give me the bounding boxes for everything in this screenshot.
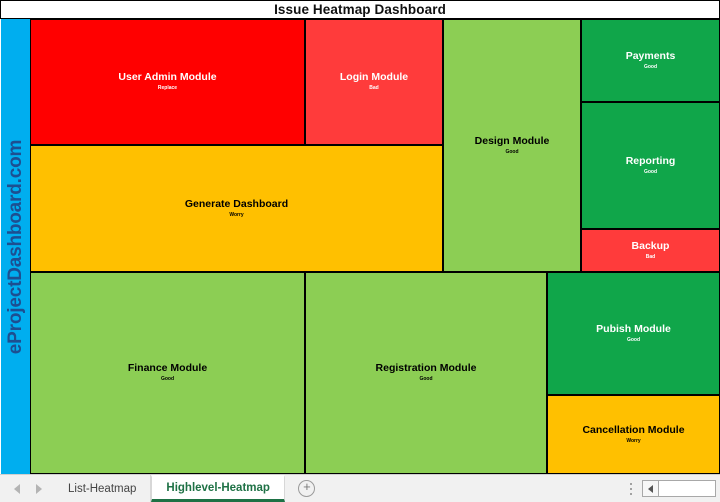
dot xyxy=(630,492,632,495)
excel-heatmap-window: Issue Heatmap Dashboard eProjectDashboar… xyxy=(0,0,720,502)
tile-title: Registration Module xyxy=(375,362,477,375)
heatmap-tile[interactable]: Payments Good xyxy=(581,19,720,102)
tile-title: Reporting xyxy=(625,154,676,167)
dot xyxy=(630,482,632,485)
tile-title: User Admin Module xyxy=(118,71,217,84)
tile-status: Worry xyxy=(229,211,244,218)
tile-title: Pubish Module xyxy=(596,322,671,335)
tile-title: Backup xyxy=(631,239,670,252)
triangle-right-icon[interactable] xyxy=(36,483,42,494)
tile-title: Finance Module xyxy=(127,362,208,375)
triangle-left-icon[interactable] xyxy=(14,483,20,494)
scrollbar-track[interactable] xyxy=(659,480,716,497)
tile-status: Replace xyxy=(157,85,178,92)
triangle-left-glyph xyxy=(648,484,653,493)
tile-status: Good xyxy=(505,148,519,155)
tile-status: Good xyxy=(643,63,658,70)
tile-status: Good xyxy=(643,168,658,175)
brand-label: eProjectDashboard.com xyxy=(4,139,26,354)
sheet-tab[interactable]: List-Heatmap xyxy=(54,475,152,502)
tile-status: Bad xyxy=(369,85,379,92)
tile-status: Bad xyxy=(645,253,656,260)
sheet-tab-label: List-Heatmap xyxy=(68,482,137,495)
page-title: Issue Heatmap Dashboard xyxy=(274,1,446,17)
heatmap-tile[interactable]: Cancellation Module Worry xyxy=(547,395,720,474)
heatmap-tile[interactable]: Backup Bad xyxy=(581,229,720,272)
tile-title: Login Module xyxy=(339,71,409,84)
vertical-dots-icon[interactable] xyxy=(620,475,642,502)
tile-title: Payments xyxy=(625,49,676,62)
heatmap-tile[interactable]: Registration Module Good xyxy=(305,272,547,474)
tile-status: Good xyxy=(160,376,175,383)
brand-strip: eProjectDashboard.com xyxy=(1,19,30,474)
sheet-tab-label: Highlevel-Heatmap xyxy=(166,482,270,494)
tile-status: Worry xyxy=(626,437,641,444)
add-sheet-button[interactable]: + xyxy=(285,475,329,502)
heatmap-tile[interactable]: Login Module Bad xyxy=(305,19,443,145)
sheet-tab-bar: List-Heatmap Highlevel-Heatmap + xyxy=(0,474,720,502)
add-sheet-label: + xyxy=(303,479,311,494)
heatmap-canvas: eProjectDashboard.com User Admin Module R… xyxy=(0,19,720,474)
sheet-tabs: List-Heatmap Highlevel-Heatmap xyxy=(54,475,285,502)
tile-status: Good xyxy=(626,336,641,343)
tile-title: Generate Dashboard xyxy=(184,197,289,210)
heatmap-tile[interactable]: Design Module Good xyxy=(443,19,581,272)
horizontal-scrollbar[interactable] xyxy=(642,475,716,502)
heatmap-tile[interactable]: Reporting Good xyxy=(581,102,720,229)
heatmap-tile[interactable]: Generate Dashboard Worry xyxy=(30,145,443,272)
dashboard-title-bar: Issue Heatmap Dashboard xyxy=(0,0,720,19)
heatmap-tile[interactable]: Finance Module Good xyxy=(30,272,305,474)
sheet-tab[interactable]: Highlevel-Heatmap xyxy=(151,475,285,502)
dot xyxy=(630,487,632,490)
heatmap-tile[interactable]: Pubish Module Good xyxy=(547,272,720,395)
tabbar-spacer xyxy=(329,475,620,502)
tile-title: Cancellation Module xyxy=(582,423,685,436)
heatmap-tile[interactable]: User Admin Module Replace xyxy=(30,19,305,145)
sheet-nav-arrows[interactable] xyxy=(0,475,54,502)
tile-title: Design Module xyxy=(474,134,550,147)
scroll-left-icon[interactable] xyxy=(642,480,659,497)
plus-circle-icon[interactable]: + xyxy=(298,479,316,497)
tile-status: Good xyxy=(419,376,433,383)
